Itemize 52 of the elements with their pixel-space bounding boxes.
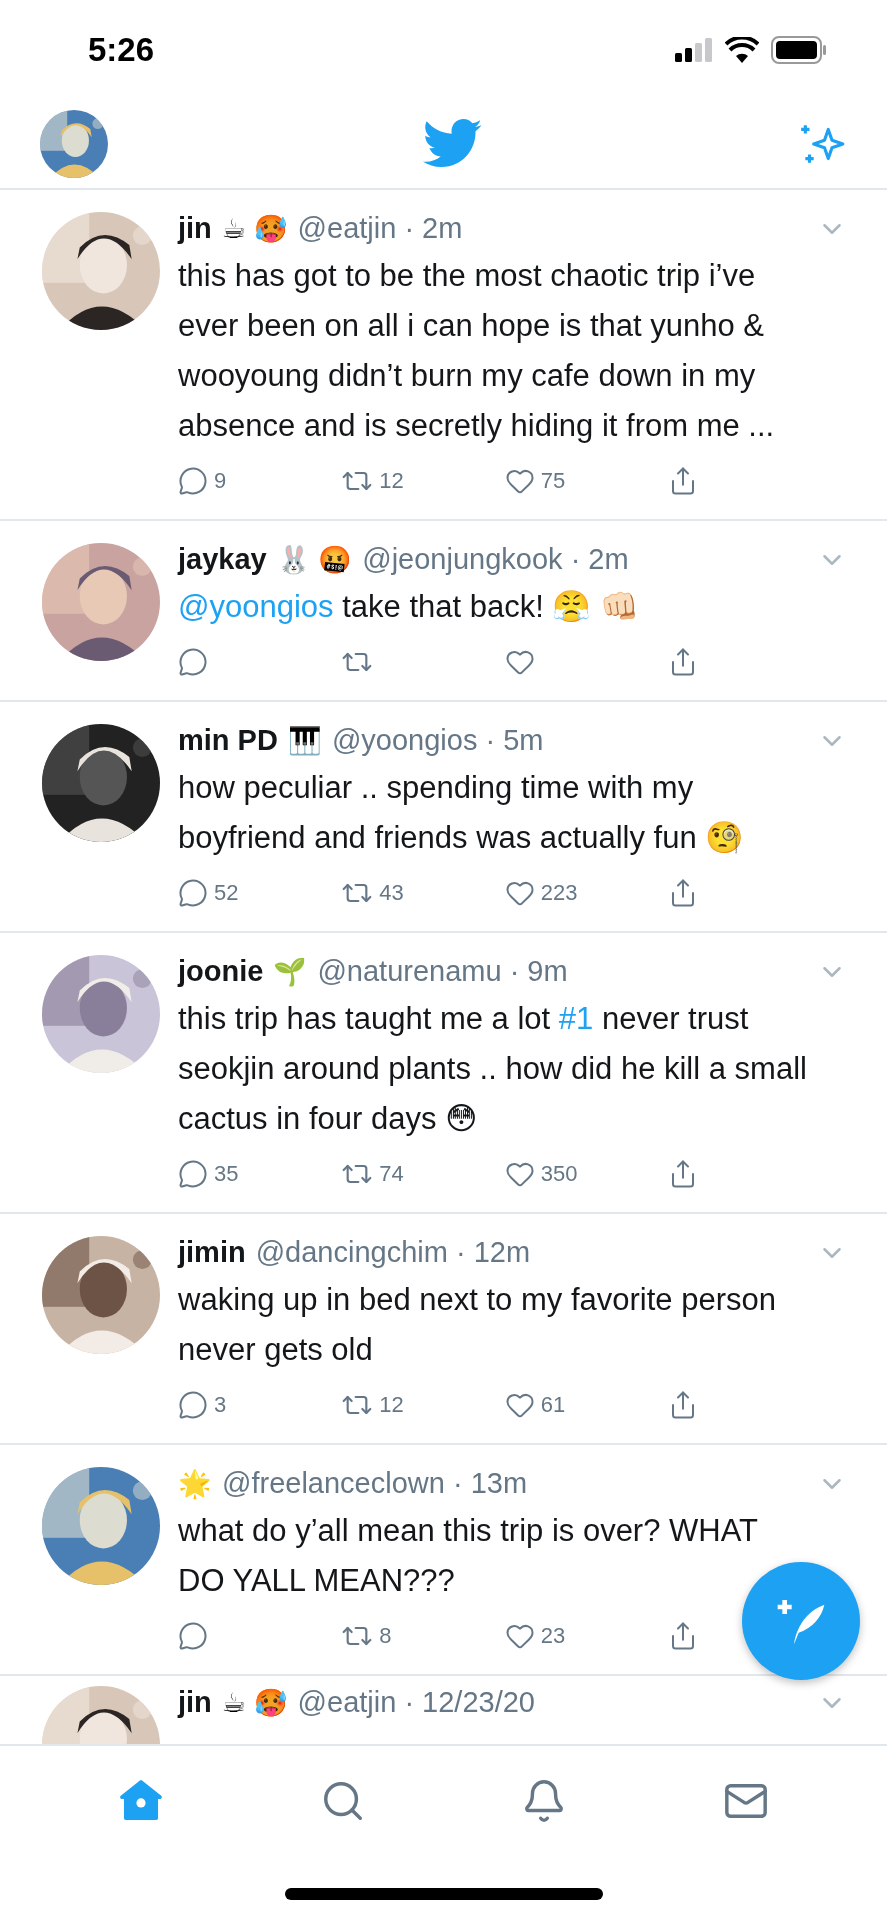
retweet-count: 12 bbox=[379, 468, 404, 494]
name-emoji: ☕ 🥵 bbox=[221, 1686, 288, 1719]
reply-count: 3 bbox=[214, 1392, 227, 1418]
like-count: 350 bbox=[540, 1161, 578, 1187]
mention-link[interactable]: @yoongios bbox=[178, 589, 334, 624]
user-name[interactable]: min PD bbox=[178, 724, 278, 757]
reply-icon[interactable] bbox=[178, 647, 208, 677]
reply-count: 52 bbox=[214, 880, 239, 906]
tweet-text: this has got to be the most chaotic trip i’ve ever been on all i can hope is that yunho & wooyoung didn’t burn my cafe down in my absence and is secretly hiding it from me ... bbox=[178, 257, 776, 445]
user-name[interactable]: jimin bbox=[178, 1236, 246, 1269]
handle-and-time[interactable]: @eatjin · 2m bbox=[297, 212, 463, 245]
retweet-count: 8 bbox=[379, 1623, 392, 1649]
handle-and-time[interactable]: @freelanceclown · 13m bbox=[222, 1467, 528, 1500]
name-emoji: 🐰 🤬 bbox=[276, 543, 353, 576]
retweet-count: 43 bbox=[379, 880, 404, 906]
handle-and-time[interactable]: @yoongios · 5m bbox=[331, 724, 544, 757]
like-count: 23 bbox=[540, 1623, 566, 1649]
tweet-text: waking up in bed next to my favorite person never gets old bbox=[178, 1281, 777, 1369]
battery-icon bbox=[771, 36, 827, 64]
name-emoji: 🎹 bbox=[287, 724, 322, 757]
like-count: 61 bbox=[540, 1392, 566, 1418]
user-name[interactable]: jaykay bbox=[178, 543, 267, 576]
reply-icon[interactable] bbox=[178, 1159, 208, 1189]
tweet-text: @yoongios take that back! 😤 👊🏻 bbox=[178, 588, 641, 626]
name-emoji: 🌟 bbox=[178, 1467, 212, 1500]
status-time: 5:26 bbox=[88, 31, 155, 69]
handle-and-time[interactable]: @dancingchim · 12m bbox=[255, 1236, 531, 1269]
reply-count: 9 bbox=[214, 468, 227, 494]
hashtag-link[interactable]: #1 bbox=[558, 1001, 594, 1036]
reply-icon[interactable] bbox=[178, 466, 208, 496]
handle-and-time[interactable]: @naturenamu · 9m bbox=[317, 955, 568, 988]
compose-button[interactable] bbox=[742, 1562, 860, 1680]
name-emoji: ☕ 🥵 bbox=[221, 212, 288, 245]
user-name[interactable]: jin bbox=[178, 1686, 212, 1719]
reply-icon[interactable] bbox=[178, 1621, 208, 1651]
name-emoji: 🌱 bbox=[273, 955, 308, 988]
reply-count: 35 bbox=[214, 1161, 239, 1187]
wifi-icon bbox=[725, 37, 759, 63]
handle-and-time[interactable]: @jeonjungkook · 2m bbox=[362, 543, 629, 576]
tweet-text: what do y’all mean this trip is over? WHAT DO YALL MEAN??? bbox=[178, 1512, 759, 1600]
like-count: 75 bbox=[540, 468, 566, 494]
user-name[interactable]: joonie bbox=[178, 955, 264, 988]
user-name[interactable]: jin bbox=[178, 212, 212, 245]
tweet-text: this trip has taught me a lot #1 never trust seokjin around plants .. how did he kill a small cactus in four days 😳 bbox=[178, 1000, 808, 1138]
handle-and-time[interactable]: @eatjin · 12/23/20 bbox=[297, 1686, 535, 1719]
tweet-text: how peculiar .. spending time with my boyfriend and friends was actually fun 🧐 bbox=[178, 769, 746, 857]
like-count: 223 bbox=[540, 880, 578, 906]
signal-icon bbox=[675, 38, 713, 62]
retweet-count: 74 bbox=[379, 1161, 404, 1187]
reply-icon[interactable] bbox=[178, 878, 208, 908]
reply-icon[interactable] bbox=[178, 1390, 208, 1420]
retweet-count: 12 bbox=[379, 1392, 404, 1418]
